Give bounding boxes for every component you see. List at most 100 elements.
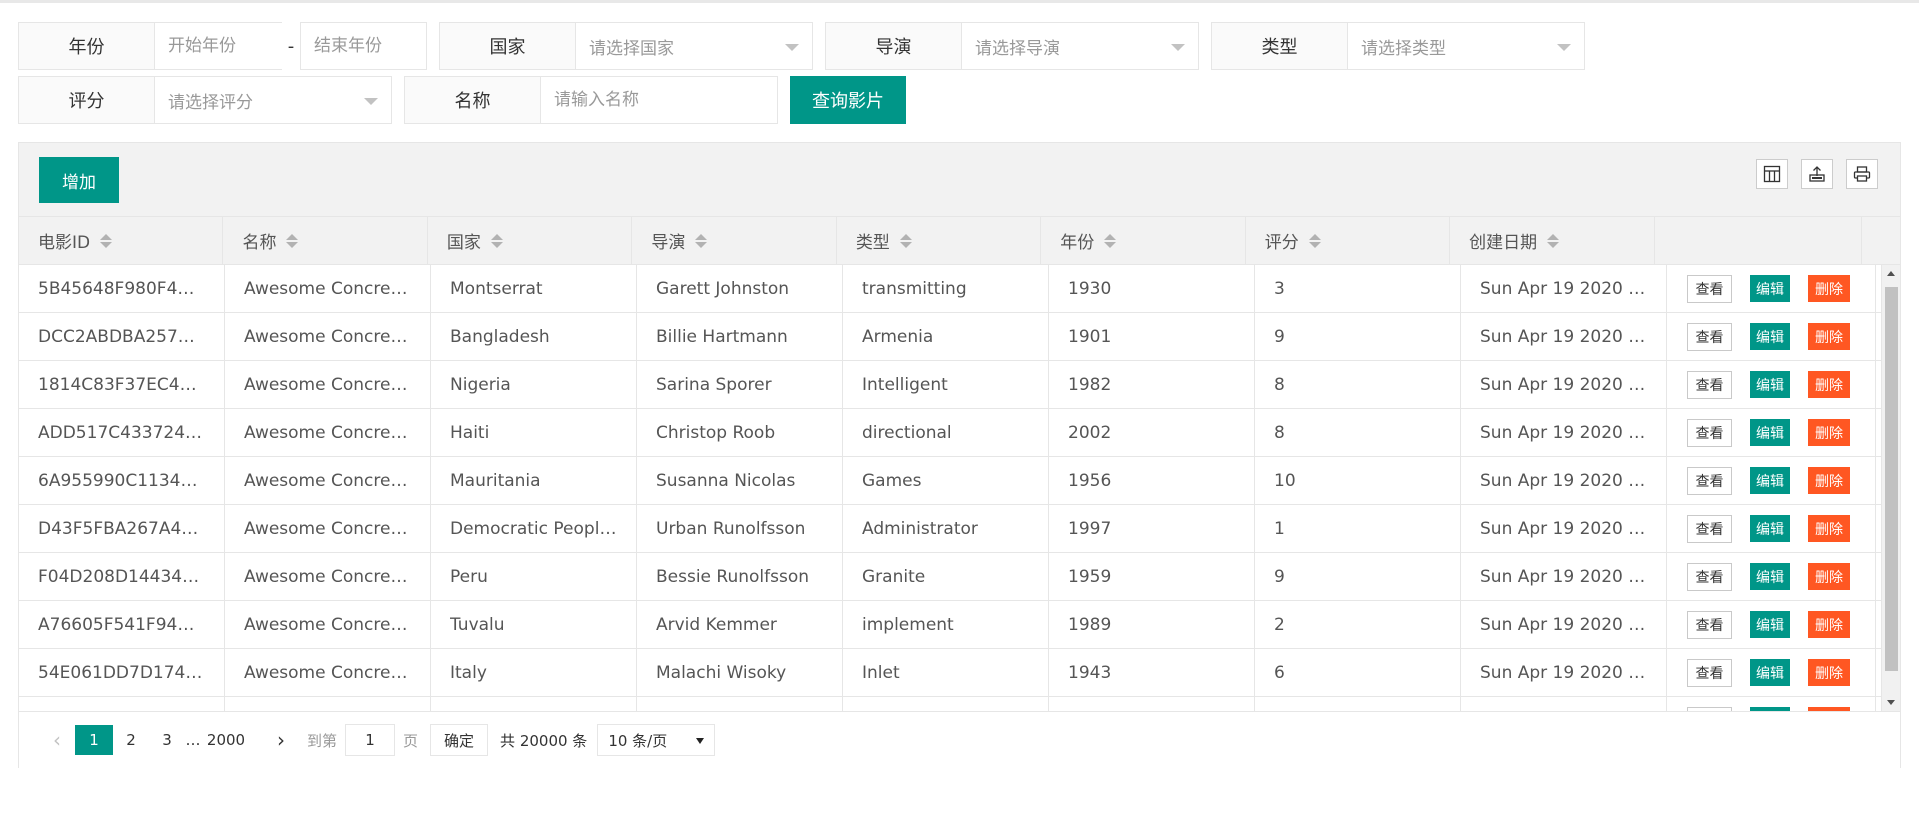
table-row[interactable]: A76605F541F94C… Awesome Concret… Tuvalu Arv… xyxy=(19,601,1881,649)
sort-icon[interactable] xyxy=(490,233,503,248)
sort-descending-icon[interactable] xyxy=(286,241,299,248)
name-input[interactable] xyxy=(541,77,777,123)
sort-icon[interactable] xyxy=(100,233,113,248)
sort-ascending-icon[interactable] xyxy=(490,233,503,240)
page-1[interactable]: 1 xyxy=(75,725,113,755)
cell-country: Mauritania xyxy=(431,457,637,504)
view-button[interactable]: 查看 xyxy=(1687,418,1732,447)
sort-ascending-icon[interactable] xyxy=(1547,233,1560,240)
add-button[interactable]: 增加 xyxy=(39,157,119,203)
page-last[interactable]: 2000 xyxy=(201,725,251,755)
table-row[interactable]: 0C1D51F115B747…Awesome Concret…SlovakiaH… xyxy=(19,697,1881,711)
sort-descending-icon[interactable] xyxy=(490,241,503,248)
edit-button[interactable]: 编辑 xyxy=(1750,371,1790,398)
next-page-button[interactable]: › xyxy=(263,725,299,755)
director-select[interactable]: 请选择导演 xyxy=(962,23,1198,69)
sort-ascending-icon[interactable] xyxy=(100,233,113,240)
view-button[interactable]: 查看 xyxy=(1687,466,1732,495)
cell-country: Montserrat xyxy=(431,265,637,312)
column-header-label: 年份 xyxy=(1060,233,1095,253)
sort-icon[interactable] xyxy=(695,233,708,248)
table-row[interactable]: D43F5FBA267A4D… Awesome Concret… Democrati… xyxy=(19,505,1881,553)
sort-ascending-icon[interactable] xyxy=(286,233,299,240)
table-row[interactable]: 6A955990C113488… Awesome Concret… Mauritan… xyxy=(19,457,1881,505)
delete-button[interactable]: 删除 xyxy=(1808,419,1850,446)
table-row[interactable]: 1814C83F37EC4D… Awesome Concret… Nigeria Sa… xyxy=(19,361,1881,409)
view-button[interactable]: 查看 xyxy=(1687,658,1732,687)
edit-button[interactable]: 编辑 xyxy=(1750,275,1790,302)
sort-ascending-icon[interactable] xyxy=(899,233,912,240)
delete-button[interactable]: 删除 xyxy=(1808,275,1850,302)
scroll-up-icon[interactable] xyxy=(1887,271,1895,276)
table-row[interactable]: 5B45648F980F47… Awesome Concret… Montserra… xyxy=(19,265,1881,313)
sort-descending-icon[interactable] xyxy=(695,241,708,248)
edit-button[interactable]: 编辑 xyxy=(1750,563,1790,590)
delete-button[interactable]: 删除 xyxy=(1808,371,1850,398)
view-button[interactable]: 查看 xyxy=(1687,514,1732,543)
end-year-input[interactable] xyxy=(301,23,426,69)
goto-confirm-button[interactable]: 确定 xyxy=(430,724,489,756)
sort-ascending-icon[interactable] xyxy=(695,233,708,240)
genre-select[interactable]: 请选择类型 xyxy=(1348,23,1584,69)
sort-descending-icon[interactable] xyxy=(899,241,912,248)
delete-button[interactable]: 删除 xyxy=(1808,659,1850,686)
table-row[interactable]: F04D208D144347… Awesome Concret… Peru Bessi… xyxy=(19,553,1881,601)
edit-button[interactable]: 编辑 xyxy=(1750,323,1790,350)
column-header-5[interactable]: 年份 xyxy=(1041,217,1246,264)
column-header-1[interactable]: 名称 xyxy=(223,217,428,264)
export-icon[interactable] xyxy=(1801,159,1833,189)
sort-icon[interactable] xyxy=(1308,233,1321,248)
column-header-0[interactable]: 电影ID xyxy=(19,217,224,264)
page-2[interactable]: 2 xyxy=(113,725,149,755)
table-row[interactable]: ADD517C4337243… Awesome Concret… Haiti Chri… xyxy=(19,409,1881,457)
delete-button[interactable]: 删除 xyxy=(1808,467,1850,494)
sort-descending-icon[interactable] xyxy=(1104,241,1117,248)
delete-button[interactable]: 删除 xyxy=(1808,515,1850,542)
edit-button[interactable]: 编辑 xyxy=(1750,467,1790,494)
cell-rating: 1 xyxy=(1255,505,1461,552)
delete-button[interactable]: 删除 xyxy=(1808,611,1850,638)
cell-actions: 查看编辑删除 xyxy=(1667,553,1876,600)
page-3[interactable]: 3 xyxy=(149,725,185,755)
sort-descending-icon[interactable] xyxy=(1547,241,1560,248)
view-button[interactable]: 查看 xyxy=(1687,370,1732,399)
scroll-down-icon[interactable] xyxy=(1887,700,1895,705)
sort-descending-icon[interactable] xyxy=(1308,241,1321,248)
table-row[interactable]: 54E061DD7D1741… Awesome Concret… Italy Mala… xyxy=(19,649,1881,697)
goto-page-input[interactable] xyxy=(345,724,396,756)
start-year-input[interactable] xyxy=(155,23,282,69)
print-icon[interactable] xyxy=(1846,159,1878,189)
edit-button[interactable]: 编辑 xyxy=(1750,659,1790,686)
table-row[interactable]: DCC2ABDBA2574… Awesome Concret… Bangladesh… xyxy=(19,313,1881,361)
sort-ascending-icon[interactable] xyxy=(1308,233,1321,240)
delete-button[interactable]: 删除 xyxy=(1808,323,1850,350)
column-header-7[interactable]: 创建日期 xyxy=(1450,217,1655,264)
columns-filter-icon[interactable] xyxy=(1756,159,1788,189)
sort-icon[interactable] xyxy=(286,233,299,248)
country-select[interactable]: 请选择国家 xyxy=(576,23,812,69)
view-button[interactable]: 查看 xyxy=(1687,274,1732,303)
column-header-6[interactable]: 评分 xyxy=(1246,217,1451,264)
column-header-4[interactable]: 类型 xyxy=(837,217,1042,264)
delete-button[interactable]: 删除 xyxy=(1808,563,1850,590)
sort-ascending-icon[interactable] xyxy=(1104,233,1117,240)
sort-icon[interactable] xyxy=(899,233,912,248)
edit-button[interactable]: 编辑 xyxy=(1750,515,1790,542)
view-button[interactable]: 查看 xyxy=(1687,610,1732,639)
query-movies-button[interactable]: 查询影片 xyxy=(790,76,906,124)
view-button[interactable]: 查看 xyxy=(1687,322,1732,351)
page-size-select[interactable]: 10 条/页 xyxy=(597,724,716,756)
edit-button[interactable]: 编辑 xyxy=(1750,611,1790,638)
sort-icon[interactable] xyxy=(1104,233,1117,248)
edit-button[interactable]: 编辑 xyxy=(1750,419,1790,446)
column-header-3[interactable]: 导演 xyxy=(632,217,837,264)
cell-created: Sun Apr 19 2020 1… xyxy=(1461,361,1667,408)
vertical-scrollbar[interactable] xyxy=(1881,265,1900,711)
view-button[interactable]: 查看 xyxy=(1687,562,1732,591)
column-header-2[interactable]: 国家 xyxy=(428,217,633,264)
rating-select[interactable]: 请选择评分 xyxy=(155,77,391,123)
scrollbar-thumb[interactable] xyxy=(1885,287,1898,671)
prev-page-button[interactable]: ‹ xyxy=(39,725,75,755)
sort-icon[interactable] xyxy=(1547,233,1560,248)
sort-descending-icon[interactable] xyxy=(100,241,113,248)
